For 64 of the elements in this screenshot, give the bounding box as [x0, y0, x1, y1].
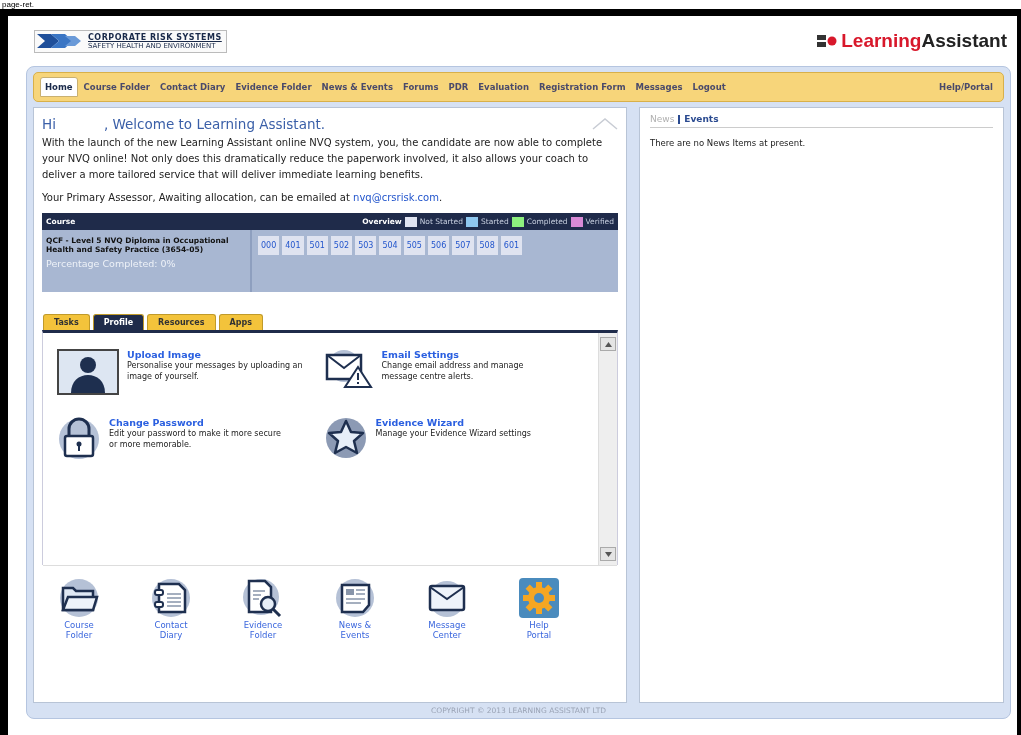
unit-link[interactable]: 501 [306, 236, 328, 255]
greeting: Hi , Welcome to Learning Assistant. [42, 116, 326, 132]
intro-paragraph: With the launch of the new Learning Assistant online NVQ system, you, the candidate are now able to complete your NVQ online! Not only does this dramatically reduce the paperwork involved, it also allows your coach to deliver a more tailored service that will deliver immediate learning benefits. [42, 136, 604, 182]
unit-link[interactable]: 601 [500, 236, 523, 255]
unit-link[interactable]: 505 [403, 236, 425, 255]
unit-link[interactable]: 000 [258, 236, 280, 255]
unit-link[interactable]: 507 [452, 236, 474, 255]
page-caption: page-ret. [2, 1, 35, 9]
help-portal-link[interactable]: Help/Portal [935, 78, 997, 96]
tab[interactable]: Apps [218, 314, 263, 330]
nav-tab[interactable]: Registration Form [534, 78, 630, 96]
quick-link[interactable]: Evidence Folder [237, 578, 289, 640]
tab[interactable]: Profile [92, 314, 145, 330]
unit-link[interactable]: 503 [355, 236, 377, 255]
tab[interactable]: Resources [147, 314, 216, 330]
scroll-down-button[interactable] [600, 547, 616, 561]
brand-name: CORPORATE RISK SYSTEMS [88, 32, 222, 42]
product-name: LearningAssistant [841, 30, 1007, 52]
profile-link[interactable]: Change Password [109, 417, 289, 428]
nav-tab[interactable]: Evidence Folder [231, 78, 316, 96]
folder-icon [57, 578, 101, 618]
tab[interactable]: Tasks [43, 314, 90, 330]
gear-icon [517, 578, 561, 618]
unit-link[interactable]: 506 [427, 236, 450, 255]
scroll-up-button[interactable] [600, 337, 616, 351]
nav-tab[interactable]: Evaluation [474, 78, 533, 96]
unit-link[interactable]: 504 [379, 236, 401, 255]
logo-icon [817, 34, 838, 48]
quick-link[interactable]: Help Portal [513, 578, 565, 640]
profile-description: Manage your Evidence Wizard settings [375, 428, 533, 439]
quick-link[interactable]: Message Center [421, 578, 473, 640]
profile-link[interactable]: Upload Image [127, 349, 307, 360]
up-arrow-icon [604, 341, 612, 347]
assessor-text: Your Primary Assessor, Awaiting allocation, can be emailed at nvq@crsrisk.com. [42, 191, 444, 205]
nav-tab[interactable]: Contact Diary [155, 78, 230, 96]
nav-tab[interactable]: Messages [631, 78, 687, 96]
person-icon [57, 349, 119, 395]
quick-link[interactable]: News & Events [329, 578, 381, 640]
profile-link[interactable]: Email Settings [381, 349, 562, 360]
envelope-warning-icon [323, 349, 374, 389]
profile-description: Personalise your messages by uploading an image of yourself. [127, 360, 304, 382]
padlock-icon [57, 417, 101, 459]
profile-description: Edit your password to make it more secure or more memorable. [109, 429, 282, 450]
unit-link[interactable]: 508 [476, 236, 498, 255]
nav-tab[interactable]: News & Events [317, 78, 397, 96]
nav-tab[interactable]: Forums [399, 78, 443, 96]
profile-description: Change email address and manage message centre alerts. [381, 361, 525, 382]
nav-tab[interactable]: Logout [688, 78, 730, 96]
unit-link[interactable]: 502 [330, 236, 353, 255]
quick-link[interactable]: Contact Diary [145, 578, 197, 640]
notebook-icon [149, 578, 193, 618]
profile-link[interactable]: Evidence Wizard [375, 417, 556, 428]
down-arrow-icon [604, 551, 612, 557]
email-link[interactable]: nvq@crsrisk.com [353, 192, 439, 203]
unit-link[interactable]: 401 [282, 236, 304, 255]
empty-message: There are no News Items at present. [650, 138, 807, 148]
nav-tab[interactable]: Course Folder [79, 78, 154, 96]
percentage-text: Percentage Completed: 0% [46, 258, 177, 269]
nav-tab[interactable]: Home [40, 77, 78, 97]
quick-link[interactable]: Course Folder [53, 578, 105, 640]
nav-tab[interactable]: PDR [444, 78, 473, 96]
scrollbar[interactable] [598, 333, 617, 565]
newspaper-icon [333, 578, 377, 618]
news-tab[interactable]: Events [684, 114, 719, 124]
